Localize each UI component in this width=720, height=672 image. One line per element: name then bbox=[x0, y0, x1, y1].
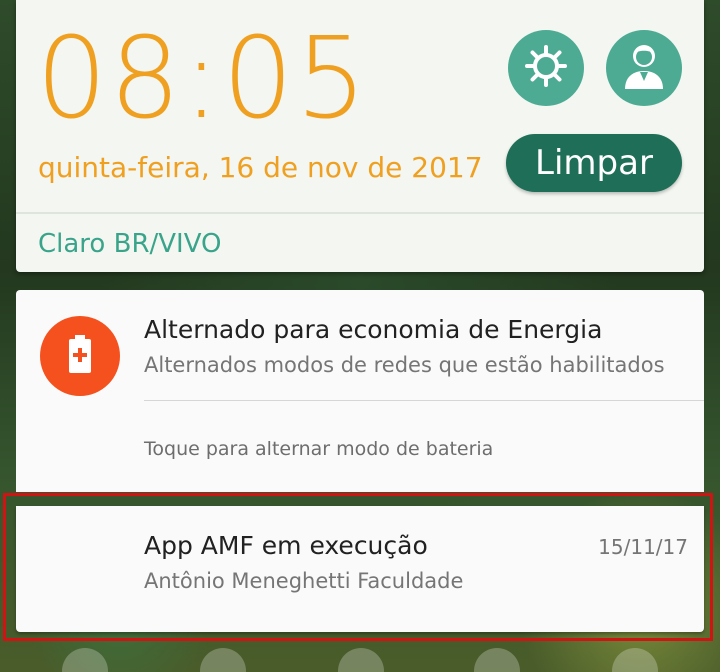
user-avatar-icon bbox=[621, 41, 667, 95]
highlight-box bbox=[3, 493, 713, 641]
carrier-label: Claro BR/VIVO bbox=[38, 229, 222, 259]
notification-app-icon bbox=[40, 316, 120, 396]
gear-icon bbox=[524, 44, 568, 92]
notification-title: Alternado para economia de Energia bbox=[144, 315, 603, 344]
quick-settings-panel: 08:05 quinta-feira, 16 de nov de 2017 Li… bbox=[16, 0, 704, 272]
clock[interactable]: 08:05 bbox=[36, 14, 369, 144]
clear-all-button[interactable]: Limpar bbox=[506, 134, 682, 192]
battery-plus-icon bbox=[67, 335, 93, 377]
divider bbox=[144, 400, 704, 401]
dock-app-icon bbox=[612, 648, 658, 672]
date-label[interactable]: quinta-feira, 16 de nov de 2017 bbox=[38, 148, 483, 188]
notification-shade: 08:05 quinta-feira, 16 de nov de 2017 Li… bbox=[0, 0, 720, 672]
dock-app-icon bbox=[200, 648, 246, 672]
notification-action[interactable]: Toque para alternar modo de bateria bbox=[144, 434, 493, 464]
user-profile-button[interactable] bbox=[606, 30, 682, 106]
notification-text: Alternados modos de redes que estão habi… bbox=[144, 353, 665, 377]
settings-button[interactable] bbox=[508, 30, 584, 106]
dock-app-icon bbox=[62, 648, 108, 672]
notification-power-saving[interactable]: Alternado para economia de Energia Alter… bbox=[16, 290, 704, 492]
dock-app-icon bbox=[474, 648, 520, 672]
dock-app-icon bbox=[338, 648, 384, 672]
divider bbox=[16, 212, 704, 214]
